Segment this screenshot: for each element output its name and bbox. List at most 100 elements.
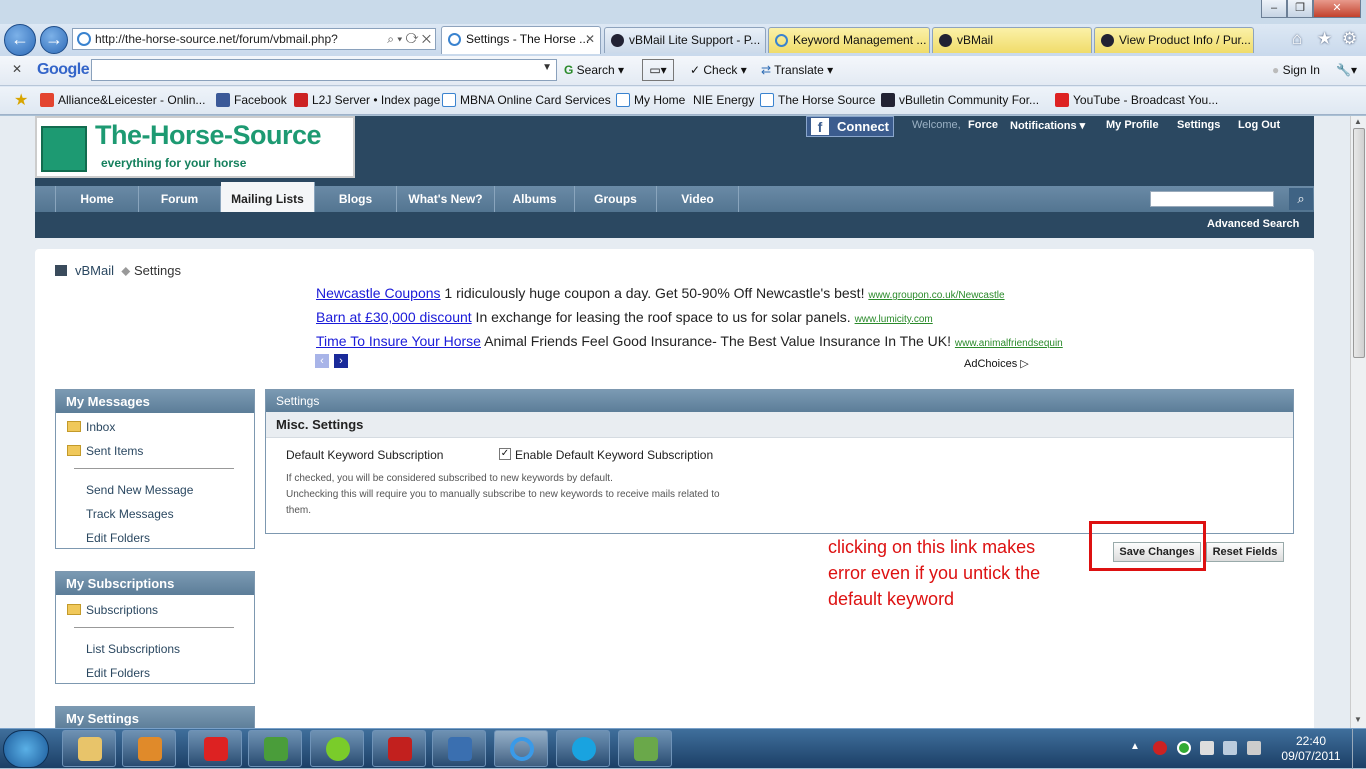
ad-url[interactable]: www.groupon.co.uk/Newcastle <box>868 290 1004 301</box>
edit-folders-link[interactable]: Edit Folders <box>86 666 150 680</box>
favorite-link[interactable]: My Home <box>616 93 685 107</box>
tab-settings[interactable]: Settings - The Horse ... ✕ <box>441 26 601 54</box>
clock[interactable]: 22:40 09/07/2011 <box>1276 734 1346 764</box>
address-tools-icon[interactable]: ⌕ ▾ ⟳ ✕ <box>387 29 431 49</box>
popup-blocker-icon[interactable]: ▭▾ <box>642 59 674 81</box>
ad-prev-icon[interactable]: ‹ <box>315 354 329 368</box>
notifications-link[interactable]: Notifications ▾ <box>1010 119 1085 132</box>
back-button[interactable]: ← <box>4 24 36 56</box>
favorites-bar: ★ Alliance&Leicester - Onlin... Facebook… <box>0 87 1366 115</box>
wrench-icon[interactable]: 🔧▾ <box>1336 63 1357 77</box>
tab-view-product[interactable]: View Product Info / Pur... <box>1094 27 1254 53</box>
nav-mailing-lists[interactable]: Mailing Lists <box>221 182 315 212</box>
ad-headline[interactable]: Newcastle Coupons <box>316 285 441 301</box>
tray-c-icon[interactable] <box>1153 741 1167 755</box>
favorites-add-icon[interactable]: ★ <box>14 90 28 110</box>
log-out-link[interactable]: Log Out <box>1238 119 1280 131</box>
scroll-down-icon[interactable]: ▼ <box>1354 715 1362 724</box>
taskbar-ie[interactable] <box>494 730 548 767</box>
adchoices-link[interactable]: AdChoices ▷ <box>964 357 1029 370</box>
nav-forum[interactable]: Forum <box>139 186 221 212</box>
translate-button[interactable]: ⇄ Translate ▾ <box>761 63 833 77</box>
tab-keyword-management[interactable]: Keyword Management ... <box>768 27 930 53</box>
sign-in-button[interactable]: ● Sign In <box>1272 63 1320 77</box>
tab-vbmail-support[interactable]: vBMail Lite Support - P... <box>604 27 766 53</box>
send-new-message-link[interactable]: Send New Message <box>86 483 193 497</box>
site-logo[interactable]: The-Horse-Source everything for your hor… <box>35 116 355 178</box>
taskbar-frog[interactable] <box>310 730 364 767</box>
ad-next-icon[interactable]: › <box>334 354 348 368</box>
page-scrollbar[interactable]: ▲ ▼ <box>1350 116 1366 728</box>
minimize-button[interactable]: – <box>1261 0 1287 18</box>
taskbar-skype[interactable] <box>556 730 610 767</box>
favorites-star-icon[interactable]: ★ <box>1317 29 1332 49</box>
favorite-link[interactable]: YouTube - Broadcast You... <box>1055 93 1218 107</box>
google-search-input[interactable]: ▼ <box>91 59 557 81</box>
close-window-button[interactable]: ✕ <box>1313 0 1361 18</box>
default-keyword-checkbox[interactable]: ✓ <box>499 448 511 460</box>
close-toolbar-icon[interactable]: ✕ <box>12 62 22 76</box>
tools-gear-icon[interactable]: ⚙ <box>1342 29 1357 49</box>
close-tab-icon[interactable]: ✕ <box>585 27 595 51</box>
sidebar-item-subscriptions[interactable]: Subscriptions <box>67 603 158 617</box>
chevron-down-icon[interactable]: ▼ <box>542 62 552 73</box>
my-profile-link[interactable]: My Profile <box>1106 119 1159 131</box>
taskbar-pin[interactable] <box>188 730 242 767</box>
nav-home[interactable]: Home <box>55 186 139 212</box>
site-search-input[interactable] <box>1150 191 1274 207</box>
forward-button[interactable]: → <box>40 26 68 54</box>
tray-status-icon[interactable] <box>1177 741 1191 755</box>
maximize-button[interactable]: ❐ <box>1287 0 1313 18</box>
show-hidden-icons[interactable]: ▲ <box>1130 741 1140 752</box>
google-search-button[interactable]: G Search ▾ <box>564 63 624 77</box>
search-icon[interactable]: ⌕ <box>1289 188 1313 210</box>
edit-folders-link[interactable]: Edit Folders <box>86 531 150 545</box>
sidebar-item-inbox[interactable]: Inbox <box>67 420 115 434</box>
reset-fields-button[interactable]: Reset Fields <box>1206 542 1284 562</box>
taskbar-media-player[interactable] <box>122 730 176 767</box>
nav-video[interactable]: Video <box>657 186 739 212</box>
home-icon[interactable] <box>55 265 67 276</box>
scroll-thumb[interactable] <box>1353 128 1365 358</box>
ad-url[interactable]: www.animalfriendsequin <box>955 338 1063 349</box>
home-icon[interactable]: ⌂ <box>1292 29 1302 49</box>
nav-albums[interactable]: Albums <box>495 186 575 212</box>
breadcrumb-vbmail[interactable]: vBMail <box>75 263 114 278</box>
taskbar-filezilla[interactable] <box>372 730 426 767</box>
taskbar-messenger[interactable] <box>248 730 302 767</box>
advanced-search-link[interactable]: Advanced Search <box>1207 218 1299 230</box>
tray-device-icon[interactable] <box>1200 741 1214 755</box>
folder-icon <box>67 445 81 456</box>
facebook-connect-button[interactable]: f Connect <box>806 116 894 137</box>
tab-vbmail[interactable]: vBMail <box>932 27 1092 53</box>
favorite-link[interactable]: Alliance&Leicester - Onlin... <box>40 93 205 107</box>
check-button[interactable]: ✓ Check ▾ <box>690 63 747 77</box>
nav-groups[interactable]: Groups <box>575 186 657 212</box>
username-link[interactable]: Force <box>968 119 998 131</box>
taskbar-app[interactable] <box>618 730 672 767</box>
address-bar[interactable]: http://the-horse-source.net/forum/vbmail… <box>72 28 436 50</box>
start-button[interactable] <box>3 730 49 768</box>
favorite-link[interactable]: Facebook <box>216 93 287 107</box>
taskbar-w3c[interactable] <box>432 730 486 767</box>
volume-icon[interactable] <box>1223 741 1237 755</box>
checkbox-label[interactable]: Enable Default Keyword Subscription <box>515 448 713 462</box>
favorite-link[interactable]: The Horse Source <box>760 93 875 107</box>
network-icon[interactable] <box>1247 741 1261 755</box>
ad-url[interactable]: www.lumicity.com <box>855 314 933 325</box>
nav-blogs[interactable]: Blogs <box>315 186 397 212</box>
settings-link[interactable]: Settings <box>1177 119 1220 131</box>
nav-whats-new[interactable]: What's New? <box>397 186 495 212</box>
favorite-link[interactable]: L2J Server • Index page <box>294 93 440 107</box>
track-messages-link[interactable]: Track Messages <box>86 507 174 521</box>
ad-headline[interactable]: Time To Insure Your Horse <box>316 333 481 349</box>
show-desktop-button[interactable] <box>1352 729 1366 769</box>
list-subscriptions-link[interactable]: List Subscriptions <box>86 642 180 656</box>
favorite-link[interactable]: vBulletin Community For... <box>881 93 1039 107</box>
favorite-link[interactable]: MBNA Online Card Services <box>442 93 611 107</box>
favorite-link[interactable]: NIE Energy <box>693 93 754 107</box>
scroll-up-icon[interactable]: ▲ <box>1354 117 1362 126</box>
sidebar-item-sent[interactable]: Sent Items <box>67 444 143 458</box>
taskbar-explorer[interactable] <box>62 730 116 767</box>
ad-headline[interactable]: Barn at £30,000 discount <box>316 309 472 325</box>
